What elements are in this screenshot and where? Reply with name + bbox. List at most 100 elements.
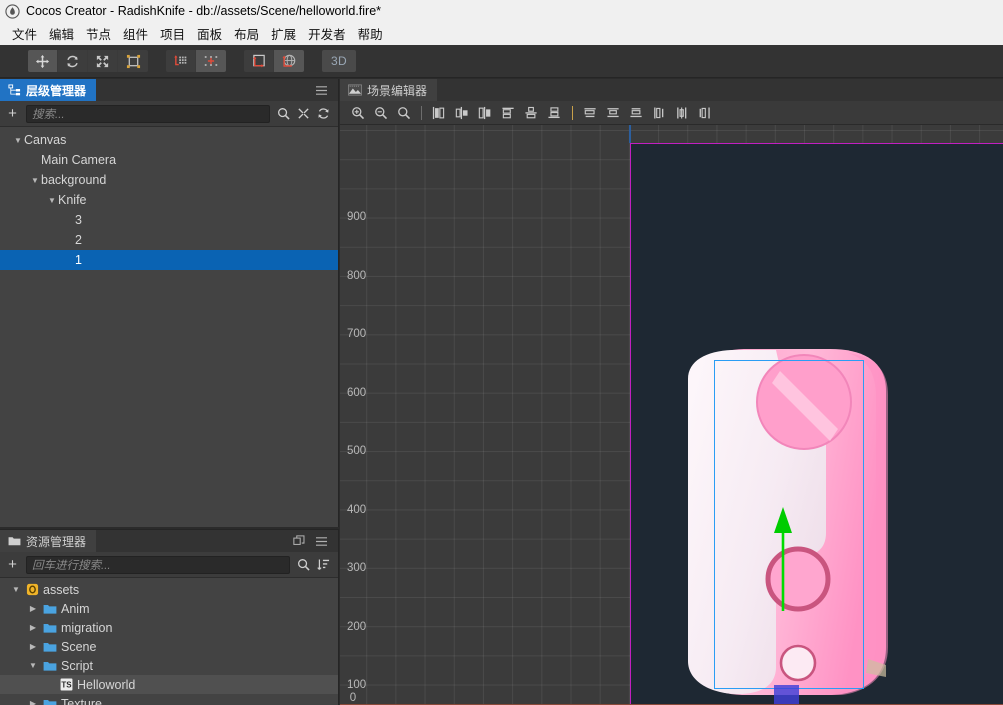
asset-item-helloworld[interactable]: TS Helloworld (0, 675, 338, 694)
menu-extension[interactable]: 扩展 (265, 22, 302, 45)
gizmo-y-axis[interactable] (772, 507, 794, 611)
toggle-3d-button[interactable]: 3D (322, 50, 356, 72)
asset-item-script[interactable]: ▼ Script (0, 656, 338, 675)
tab-assets[interactable]: 资源管理器 (0, 530, 97, 552)
distribute-center-icon (607, 107, 619, 117)
anchor-toggle-button[interactable] (196, 50, 226, 72)
zoom-in-button[interactable] (346, 102, 369, 124)
chevron-down-icon[interactable]: ▼ (27, 661, 39, 670)
hierarchy-tree[interactable]: ▼ Canvas Main Camera ▼ background ▼ Knife 3 2 1 (0, 127, 338, 527)
hierarchy-node-label: background (41, 173, 107, 187)
menu-panel[interactable]: 面板 (191, 22, 228, 45)
zoom-reset-button[interactable] (392, 102, 415, 124)
align-right-button[interactable] (474, 102, 497, 124)
distribute-middle-button[interactable] (671, 102, 694, 124)
align-middle-v-button[interactable] (520, 102, 543, 124)
asset-item-assets[interactable]: ▼ assets (0, 580, 338, 599)
menu-file[interactable]: 文件 (6, 22, 43, 45)
chevron-down-icon[interactable]: ▼ (29, 176, 41, 185)
asset-item-migration[interactable]: ▶ migration (0, 618, 338, 637)
asset-item-label: Scene (61, 639, 97, 654)
tab-scene-editor-label: 场景编辑器 (367, 83, 428, 98)
local-coord-button[interactable] (244, 50, 274, 72)
menu-help[interactable]: 帮助 (352, 22, 389, 45)
move-tool-button[interactable] (28, 50, 58, 72)
hierarchy-node-3[interactable]: 3 (0, 210, 338, 230)
zoom-out-button[interactable] (369, 102, 392, 124)
distribute-left-icon (584, 107, 596, 117)
scene-viewport[interactable]: 9008007006005004003002001000 0 (340, 125, 1003, 705)
hierarchy-node-background[interactable]: ▼ background (0, 170, 338, 190)
menu-bar[interactable]: 文件 编辑 节点 组件 项目 面板 布局 扩展 开发者 帮助 (0, 22, 1003, 45)
scale-tool-button[interactable] (88, 50, 118, 72)
search-icon[interactable] (297, 558, 310, 571)
distribute-bottom-button[interactable] (694, 102, 717, 124)
asset-item-anim[interactable]: ▶ Anim (0, 599, 338, 618)
menu-project[interactable]: 项目 (154, 22, 191, 45)
asset-item-label: Texture (61, 696, 102, 705)
distribute-bottom-icon (699, 106, 710, 119)
hamburger-icon[interactable] (315, 536, 328, 547)
hierarchy-search-input[interactable]: 搜索... (26, 104, 270, 123)
coordinate-tool-group (244, 50, 304, 72)
pivot-tool-group (166, 50, 226, 72)
menu-layout[interactable]: 布局 (228, 22, 265, 45)
refresh-icon[interactable] (317, 107, 330, 120)
add-node-button[interactable]: + (6, 106, 19, 121)
popout-icon[interactable] (293, 535, 305, 547)
asset-item-scene[interactable]: ▶ Scene (0, 637, 338, 656)
align-top-button[interactable] (497, 102, 520, 124)
tab-hierarchy[interactable]: 层级管理器 (0, 79, 97, 101)
chevron-down-icon[interactable]: ▼ (12, 136, 24, 145)
distribute-right-button[interactable] (625, 102, 648, 124)
toolbar-separator (421, 105, 422, 120)
tab-scene-editor[interactable]: 场景编辑器 (340, 79, 438, 101)
cocos-creator-window: Cocos Creator - RadishKnife - db://asset… (0, 0, 1003, 705)
global-coord-button[interactable] (274, 50, 304, 72)
menu-component[interactable]: 组件 (117, 22, 154, 45)
hierarchy-node-1[interactable]: 1 (0, 250, 338, 270)
collapse-all-icon[interactable] (297, 107, 310, 120)
search-icon[interactable] (277, 107, 290, 120)
align-center-h-button[interactable] (451, 102, 474, 124)
align-bottom-button[interactable] (543, 102, 566, 124)
assets-tabbar-right (293, 530, 338, 552)
hierarchy-node-canvas[interactable]: ▼ Canvas (0, 130, 338, 150)
distribute-center-button[interactable] (602, 102, 625, 124)
menu-developer[interactable]: 开发者 (302, 22, 352, 45)
assets-tree[interactable]: ▼ assets ▶ Anim ▶ migration ▶ Scene ▼ Script TS Hel… (0, 578, 338, 705)
hierarchy-search-placeholder: 搜索... (32, 108, 65, 121)
chevron-right-icon[interactable]: ▶ (27, 623, 39, 632)
assets-search-input[interactable]: 回车进行搜索... (26, 555, 290, 574)
menu-edit[interactable]: 编辑 (43, 22, 80, 45)
chevron-right-icon[interactable]: ▶ (27, 604, 39, 613)
chevron-right-icon[interactable]: ▶ (27, 699, 39, 705)
rotate-tool-button[interactable] (58, 50, 88, 72)
hierarchy-node-2[interactable]: 2 (0, 230, 338, 250)
align-left-icon (432, 106, 445, 119)
asset-item-texture[interactable]: ▶ Texture (0, 694, 338, 705)
chevron-right-icon[interactable]: ▶ (27, 642, 39, 651)
chevron-down-icon[interactable]: ▼ (46, 196, 58, 205)
distribute-left-button[interactable] (579, 102, 602, 124)
sort-icon[interactable] (317, 558, 330, 571)
assets-root-icon (26, 583, 39, 596)
hamburger-icon[interactable] (315, 85, 328, 96)
hierarchy-node-knife[interactable]: ▼ Knife (0, 190, 338, 210)
folder-icon (43, 642, 57, 652)
asset-item-label: Script (61, 658, 93, 673)
asset-item-label: Anim (61, 601, 90, 616)
align-left-button[interactable] (428, 102, 451, 124)
gizmo-center-handle[interactable] (774, 685, 799, 705)
rect-tool-button[interactable] (118, 50, 148, 72)
add-asset-button[interactable]: + (6, 557, 19, 572)
assets-search-placeholder: 回车进行搜索... (32, 559, 111, 572)
menu-node[interactable]: 节点 (80, 22, 117, 45)
pivot-toggle-button[interactable] (166, 50, 196, 72)
scene-icon (348, 84, 362, 96)
hierarchy-node-main-camera[interactable]: Main Camera (0, 150, 338, 170)
folder-icon (43, 699, 57, 705)
asset-item-label: Helloworld (77, 677, 136, 692)
distribute-top-button[interactable] (648, 102, 671, 124)
chevron-down-icon[interactable]: ▼ (10, 585, 22, 594)
